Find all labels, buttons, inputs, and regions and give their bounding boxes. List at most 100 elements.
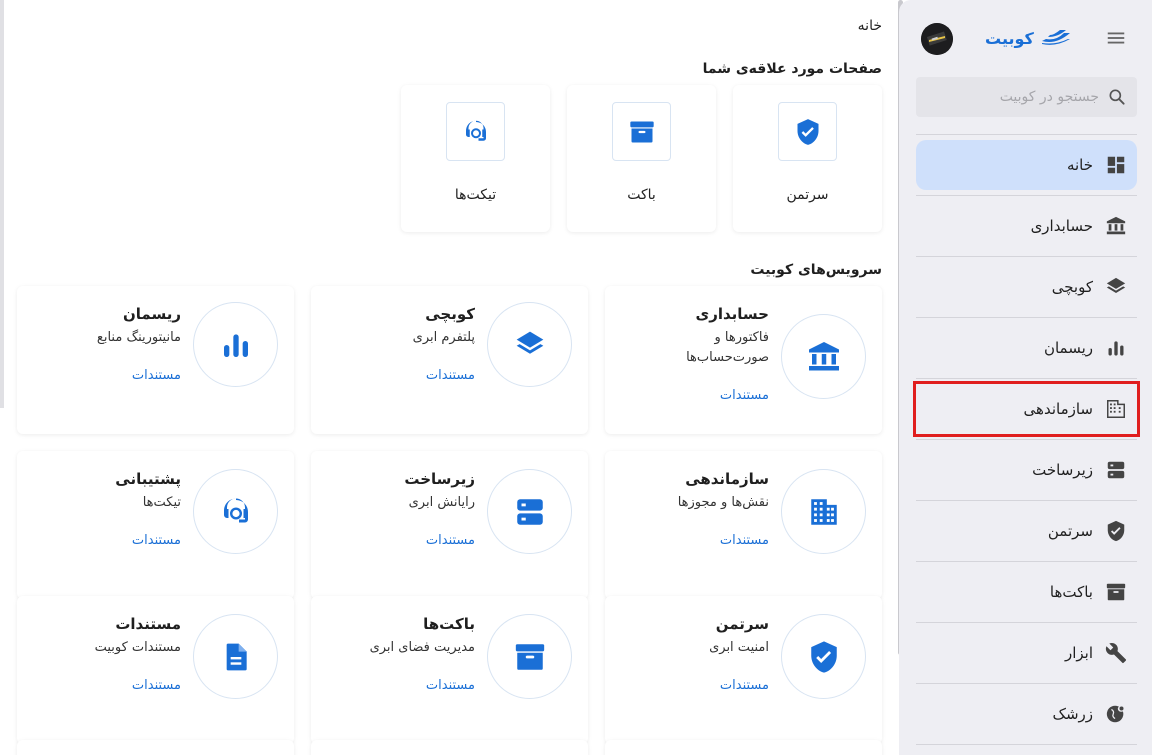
favorite-label: سرتمن	[786, 187, 829, 203]
service-card-sertman[interactable]: سرتمن امنیت ابری مستندات	[605, 596, 882, 744]
service-desc: پلتفرم ابری	[412, 330, 475, 345]
breadcrumb: خانه	[857, 18, 882, 34]
sidebar-item-tools[interactable]: ابزار	[916, 628, 1137, 684]
archive-box-icon	[487, 614, 572, 699]
building-icon	[781, 469, 866, 554]
favorites-title: صفحات مورد علاقه‌ی شما	[702, 61, 882, 77]
service-desc: تیکت‌ها	[142, 495, 181, 510]
service-card-partial	[17, 740, 294, 755]
bank-icon	[781, 314, 866, 399]
service-card-infrastructure[interactable]: زیرساخت رایانش ابری مستندات	[311, 451, 588, 599]
sidebar: کوبیت خانه حسابداری کوبچی	[899, 0, 1152, 755]
favorite-card-bucket[interactable]: باکت	[567, 85, 716, 232]
service-desc: مدیریت فضای ابری	[369, 640, 475, 655]
avatar[interactable]	[921, 23, 953, 55]
docs-link[interactable]: مستندات	[323, 678, 475, 693]
favorite-label: باکت	[627, 187, 656, 203]
sidebar-item-buckets[interactable]: باکت‌ها	[916, 567, 1137, 623]
sidebar-item-label: زرشک	[1052, 705, 1093, 723]
docs-link[interactable]: مستندات	[29, 368, 181, 383]
service-card-partial	[605, 740, 882, 755]
docs-link: مستندات	[131, 678, 181, 693]
boat-logo-icon	[1041, 30, 1070, 45]
service-title: سازماندهی	[685, 470, 769, 488]
service-title: زیرساخت	[404, 470, 475, 488]
sidebar-item-label: حسابداری	[1030, 217, 1093, 235]
service-card-risman[interactable]: ریسمان مانیتورینگ منابع مستندات	[17, 286, 294, 434]
sidebar-item-label: ریسمان	[1043, 339, 1093, 357]
sidebar-item-koobchi[interactable]: کوبچی	[916, 262, 1137, 318]
services-title: سرویس‌های کوبیت	[750, 262, 882, 278]
service-card-docs[interactable]: مستندات مستندات کوبیت مستندات	[17, 596, 294, 744]
sidebar-item-label: خانه	[1066, 156, 1093, 174]
sidebar-item-infrastructure[interactable]: زیرساخت	[916, 445, 1137, 501]
brand-name: کوبیت	[985, 28, 1034, 48]
dashboard-icon	[1105, 154, 1127, 176]
service-card-partial	[311, 740, 588, 755]
service-desc: نقش‌ها و مجوزها	[677, 495, 769, 510]
divider	[916, 134, 1137, 135]
service-title: کوبچی	[425, 305, 475, 323]
bar-chart-icon	[1105, 337, 1127, 359]
layers-icon	[487, 302, 572, 387]
brand-logo[interactable]: کوبیت	[985, 26, 1072, 50]
sidebar-item-accounting[interactable]: حسابداری	[916, 201, 1137, 257]
favorite-label: تیکت‌ها	[454, 187, 497, 203]
docs-link[interactable]: مستندات	[323, 533, 475, 548]
sidebar-item-organization[interactable]: سازماندهی	[913, 381, 1140, 440]
shield-check-icon	[781, 614, 866, 699]
sidebar-item-label: ابزار	[1064, 644, 1093, 662]
bank-icon	[1105, 215, 1127, 237]
service-card-buckets[interactable]: باکت‌ها مدیریت فضای ابری مستندات	[311, 596, 588, 744]
hamburger-menu-icon[interactable]	[1102, 24, 1130, 52]
service-desc: مستندات کوبیت	[94, 640, 181, 655]
sidebar-item-sertman[interactable]: سرتمن	[916, 506, 1137, 562]
headset-icon	[446, 102, 505, 161]
document-icon	[193, 614, 278, 699]
docs-link[interactable]: مستندات	[617, 533, 769, 548]
docs-link[interactable]: مستندات	[617, 388, 769, 403]
docs-link[interactable]: مستندات	[617, 678, 769, 693]
search-icon[interactable]	[1107, 87, 1127, 107]
service-card-support[interactable]: پشتیبانی تیکت‌ها مستندات	[17, 451, 294, 599]
sidebar-item-risman[interactable]: ریسمان	[916, 323, 1137, 379]
service-title: ریسمان	[122, 305, 181, 323]
sidebar-header: کوبیت	[899, 0, 1152, 76]
main-content: خانه صفحات مورد علاقه‌ی شما سرتمن باکت ت…	[0, 0, 898, 755]
service-desc: رایانش ابری	[408, 495, 475, 510]
shield-check-icon	[778, 102, 837, 161]
favorite-card-sertman[interactable]: سرتمن	[733, 85, 882, 232]
headset-icon	[193, 469, 278, 554]
service-desc: صورت‌حساب‌ها	[686, 350, 769, 365]
service-desc: امنیت ابری	[709, 640, 769, 655]
service-desc: فاکتورها و	[714, 330, 769, 345]
server-icon	[1105, 459, 1127, 481]
service-desc: مانیتورینگ منابع	[96, 330, 181, 345]
service-card-koobchi[interactable]: کوبچی پلتفرم ابری مستندات	[311, 286, 588, 434]
wrench-icon	[1105, 642, 1127, 664]
sidebar-item-label: کوبچی	[1051, 278, 1093, 296]
docs-link[interactable]: مستندات	[323, 368, 475, 383]
sidebar-nav: خانه حسابداری کوبچی ریسمان سازماندهی زیر…	[913, 140, 1140, 750]
sidebar-item-label: سرتمن	[1047, 522, 1093, 540]
server-icon	[487, 469, 572, 554]
sidebar-item-label: باکت‌ها	[1049, 583, 1093, 601]
building-icon	[1105, 398, 1127, 420]
search-input[interactable]	[925, 89, 1107, 105]
service-card-organization[interactable]: سازماندهی نقش‌ها و مجوزها مستندات	[605, 451, 882, 599]
sidebar-item-zereshk[interactable]: زرشک	[916, 689, 1137, 745]
archive-box-icon	[612, 102, 671, 161]
globe-gear-icon	[1105, 703, 1127, 725]
archive-box-icon	[1105, 581, 1127, 603]
service-title: باکت‌ها	[423, 615, 475, 633]
sidebar-item-label: سازماندهی	[1023, 400, 1093, 418]
search-bar[interactable]	[916, 77, 1137, 117]
layers-icon	[1105, 276, 1127, 298]
service-title: مستندات	[115, 615, 181, 633]
service-title: سرتمن	[715, 615, 769, 633]
sidebar-item-label: زیرساخت	[1032, 461, 1093, 479]
favorite-card-tickets[interactable]: تیکت‌ها	[401, 85, 550, 232]
sidebar-item-home[interactable]: خانه	[916, 140, 1137, 196]
service-card-accounting[interactable]: حسابداری فاکتورها و صورت‌حساب‌ها مستندات	[605, 286, 882, 434]
docs-link[interactable]: مستندات	[29, 533, 181, 548]
